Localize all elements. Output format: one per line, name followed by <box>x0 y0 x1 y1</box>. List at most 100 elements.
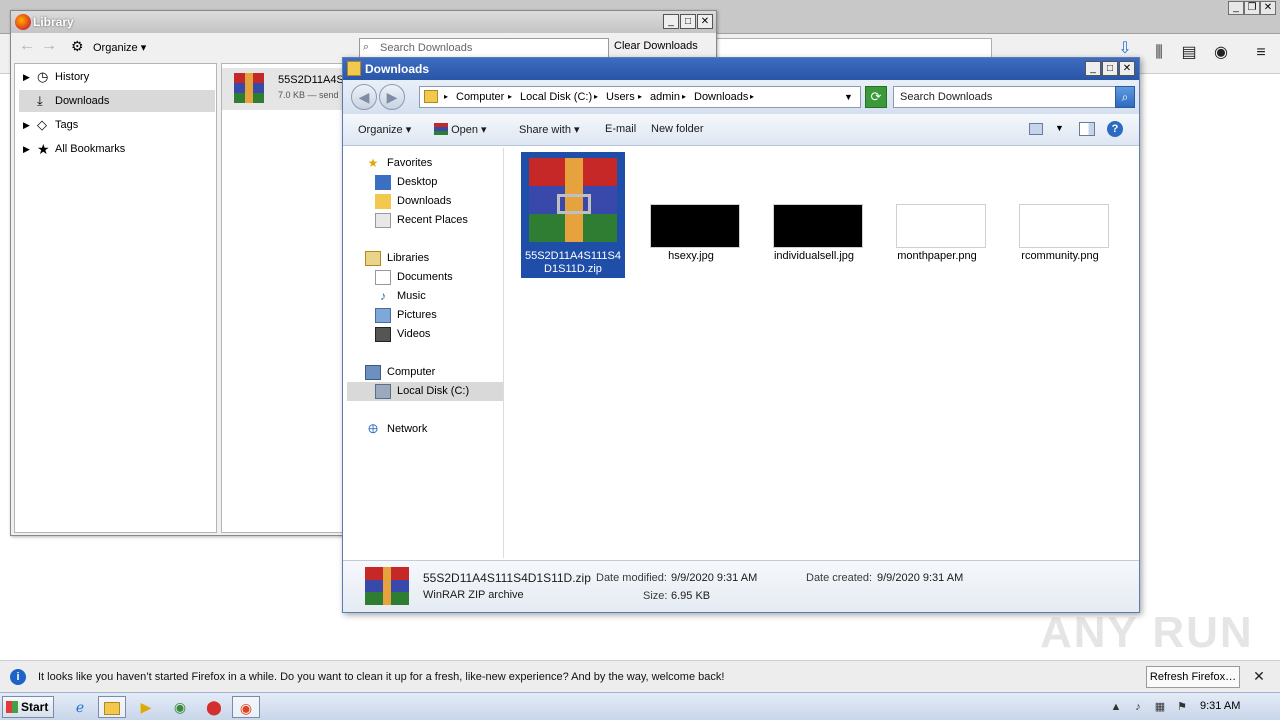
close-icon[interactable]: ✕ <box>1260 1 1276 15</box>
file-name: hsexy.jpg <box>668 250 714 262</box>
share-with-button[interactable]: Share with ▾ <box>519 123 580 136</box>
nav-documents[interactable]: Documents <box>347 268 503 287</box>
preview-pane-icon[interactable] <box>1079 122 1095 136</box>
file-item[interactable]: individualsell.jpg <box>762 152 866 278</box>
search-input[interactable]: Search Downloads <box>893 86 1117 108</box>
forward-arrow-icon[interactable]: → <box>41 37 57 55</box>
minimize-icon[interactable]: _ <box>1228 1 1244 15</box>
back-button[interactable]: ◀ <box>351 84 377 110</box>
close-button[interactable]: ✕ <box>1119 61 1135 76</box>
file-name: 55S2D11A4S111S4 D1S11D.zip <box>524 250 622 275</box>
explorer-taskbar-icon[interactable] <box>98 696 126 718</box>
details-type: WinRAR ZIP archive <box>423 589 524 601</box>
back-arrow-icon[interactable]: ← <box>19 37 35 55</box>
libraries-icon <box>365 251 381 266</box>
breadcrumb-computer[interactable]: Computer <box>456 87 504 107</box>
address-bar[interactable]: ▸ Computer ▸ Local Disk (C:) ▸ Users ▸ a… <box>419 86 861 108</box>
nav-local-disk[interactable]: Local Disk (C:) <box>347 382 503 401</box>
library-search-input[interactable]: Search Downloads <box>359 38 609 58</box>
nav-libraries[interactable]: Libraries <box>347 249 503 268</box>
menu-icon[interactable]: ≡ <box>1250 42 1272 64</box>
expand-arrow-icon[interactable]: ▶ <box>23 114 30 136</box>
search-icon[interactable]: ⌕ <box>1115 86 1135 108</box>
restore-icon[interactable]: ❐ <box>1244 1 1260 15</box>
clear-downloads-button[interactable]: Clear Downloads <box>614 40 698 52</box>
nav-computer[interactable]: Computer <box>347 363 503 382</box>
volume-icon[interactable]: ♪ <box>1130 699 1146 715</box>
nav-downloads[interactable]: Downloads <box>347 192 503 211</box>
breadcrumb-local-disk[interactable]: Local Disk (C:) <box>520 87 592 107</box>
image-thumbnail <box>773 204 863 248</box>
chrome-icon[interactable]: ◉ <box>166 696 194 718</box>
pictures-icon <box>375 308 391 323</box>
nav-music[interactable]: ♪ Music <box>347 287 503 306</box>
nav-favorites[interactable]: ★ Favorites <box>347 154 503 173</box>
organize-button[interactable]: Organize ▾ <box>358 123 411 136</box>
chevron-right-icon[interactable]: ▸ <box>508 87 512 107</box>
sidebar-icon[interactable]: ▤ <box>1178 42 1200 64</box>
download-list-item[interactable]: 55S2D11A4S 7.0 KB — send <box>222 68 352 110</box>
help-icon[interactable]: ? <box>1107 121 1123 137</box>
nav-videos[interactable]: Videos <box>347 325 503 344</box>
breadcrumb-admin[interactable]: admin <box>650 87 680 107</box>
chevron-right-icon[interactable]: ▸ <box>444 87 448 107</box>
tree-item-label: Downloads <box>55 95 110 107</box>
open-button[interactable]: Open ▾ <box>434 123 487 136</box>
flag-icon[interactable]: ⚑ <box>1174 699 1190 715</box>
forward-button[interactable]: ▶ <box>379 84 405 110</box>
taskbar: Start ℯ ▶ ◉ ⬤ ◉ ▲ ♪ ▦ ⚑ 9:31 AM <box>0 692 1280 720</box>
tray-expand-icon[interactable]: ▲ <box>1108 699 1124 715</box>
refresh-firefox-button[interactable]: Refresh Firefox… <box>1146 666 1240 688</box>
breadcrumb-users[interactable]: Users <box>606 87 635 107</box>
clock[interactable]: 9:31 AM <box>1200 700 1240 712</box>
nav-desktop[interactable]: Desktop <box>347 173 503 192</box>
view-icon[interactable] <box>1029 123 1043 135</box>
nav-pictures[interactable]: Pictures <box>347 306 503 325</box>
tree-item-tags[interactable]: ▶ ◇ Tags <box>19 114 215 136</box>
breadcrumb-downloads[interactable]: Downloads <box>694 87 748 107</box>
nav-label: Desktop <box>397 176 438 188</box>
maximize-button[interactable]: □ <box>1102 61 1118 76</box>
firefox-taskbar-icon[interactable]: ◉ <box>232 696 260 718</box>
chevron-down-icon[interactable]: ▼ <box>1055 123 1064 133</box>
nav-network[interactable]: 🜨 Network <box>347 420 503 439</box>
chevron-right-icon[interactable]: ▸ <box>682 87 686 107</box>
close-button[interactable]: ✕ <box>697 14 713 29</box>
chevron-right-icon[interactable]: ▸ <box>750 87 754 107</box>
start-button[interactable]: Start <box>2 696 54 718</box>
file-item[interactable]: 55S2D11A4S111S4 D1S11D.zip <box>521 152 625 278</box>
organize-button[interactable]: Organize ▾ <box>93 41 146 54</box>
refresh-button[interactable]: ⟳ <box>865 86 887 108</box>
tree-item-all-bookmarks[interactable]: ▶ ★ All Bookmarks <box>19 138 215 160</box>
expand-arrow-icon[interactable]: ▶ <box>23 138 30 160</box>
account-icon[interactable]: ◉ <box>1210 42 1232 64</box>
minimize-button[interactable]: _ <box>663 14 679 29</box>
opera-icon[interactable]: ⬤ <box>200 696 228 718</box>
nav-recent-places[interactable]: Recent Places <box>347 211 503 230</box>
close-icon[interactable]: ✕ <box>1250 667 1268 685</box>
chevron-right-icon[interactable]: ▸ <box>638 87 642 107</box>
url-bar[interactable] <box>700 38 992 58</box>
organize-label: Organize <box>93 42 138 54</box>
ie-icon[interactable]: ℯ <box>66 696 94 718</box>
chevron-down-icon[interactable]: ▼ <box>844 87 853 107</box>
new-folder-button[interactable]: New folder <box>651 123 704 135</box>
tree-item-history[interactable]: ▶ ◷ History <box>19 66 215 88</box>
maximize-button[interactable]: □ <box>680 14 696 29</box>
file-item[interactable]: hsexy.jpg <box>639 152 743 278</box>
tree-item-downloads[interactable]: ⤓ Downloads <box>19 90 215 112</box>
info-icon: i <box>10 669 26 685</box>
nav-label: Computer <box>387 366 436 378</box>
library-icon[interactable]: ⫼ <box>1148 42 1170 64</box>
file-list: 55S2D11A4S111S4 D1S11D.zip hsexy.jpg ind… <box>509 148 1137 558</box>
file-item[interactable]: rcommunity.png <box>1008 152 1112 278</box>
navigation-pane: ★ Favorites Desktop Downloads Recent Pla… <box>347 148 504 558</box>
expand-arrow-icon[interactable]: ▶ <box>23 66 30 88</box>
file-item[interactable]: monthpaper.png <box>885 152 989 278</box>
minimize-button[interactable]: _ <box>1085 61 1101 76</box>
network-tray-icon[interactable]: ▦ <box>1152 699 1168 715</box>
media-player-icon[interactable]: ▶ <box>132 696 160 718</box>
details-size-label: Size: <box>643 590 668 602</box>
email-button[interactable]: E-mail <box>605 123 636 135</box>
chevron-right-icon[interactable]: ▸ <box>594 87 598 107</box>
